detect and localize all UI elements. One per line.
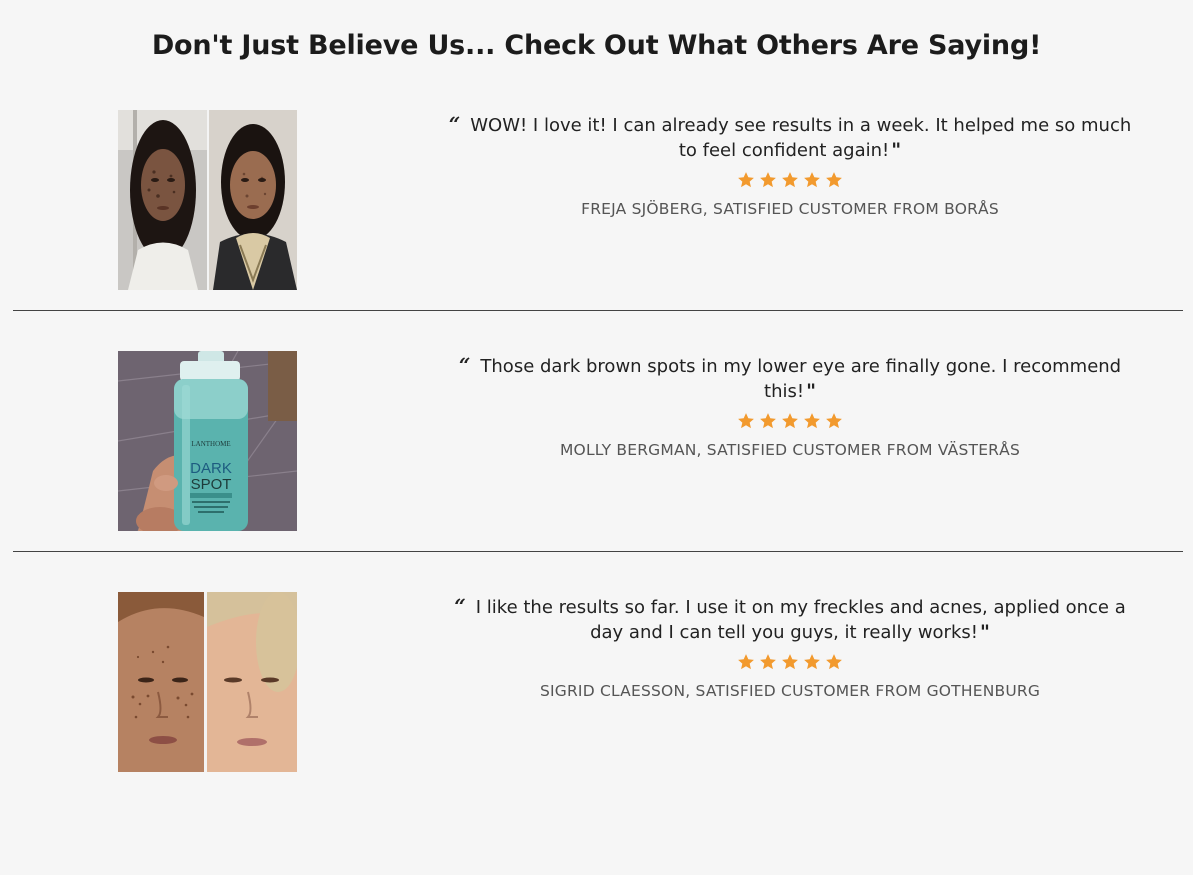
star-icon bbox=[826, 413, 842, 429]
review-quote-text: Those dark brown spots in my lower eye a… bbox=[480, 356, 1122, 402]
star-icon bbox=[782, 413, 798, 429]
star-icon bbox=[826, 172, 842, 188]
review-author: MOLLY BERGMAN, SATISFIED CUSTOMER FROM V… bbox=[559, 441, 1020, 459]
review-text: “ I like the results so far. I use it on … bbox=[440, 594, 1140, 700]
review-photo bbox=[118, 592, 297, 772]
star-rating bbox=[440, 412, 1140, 434]
product-brand-label: LANTHOME bbox=[191, 440, 230, 448]
review-text: “ Those dark brown spots in my lower eye … bbox=[440, 353, 1140, 459]
divider bbox=[13, 310, 1183, 311]
star-icon bbox=[782, 172, 798, 188]
close-quote-icon: " bbox=[806, 380, 816, 402]
close-quote-icon: " bbox=[891, 139, 902, 161]
review-quote: “ WOW! I love it! I can already see resul… bbox=[440, 112, 1140, 163]
divider bbox=[13, 551, 1183, 552]
star-icon bbox=[804, 654, 820, 670]
star-icon bbox=[804, 172, 820, 188]
star-icon bbox=[738, 413, 754, 429]
star-icon bbox=[738, 172, 754, 188]
star-rating bbox=[440, 171, 1140, 193]
star-rating bbox=[440, 653, 1140, 675]
star-icon bbox=[826, 654, 842, 670]
review-photo bbox=[118, 110, 297, 290]
star-icon bbox=[760, 413, 776, 429]
review-text: “ WOW! I love it! I can already see resul… bbox=[440, 112, 1140, 218]
section-heading: Don't Just Believe Us... Check Out What … bbox=[151, 30, 1042, 61]
product-name-line2: SPOT bbox=[191, 476, 232, 493]
review-quote-text: WOW! I love it! I can already see result… bbox=[470, 115, 1132, 161]
review-author: SIGRID CLAESSON, SATISFIED CUSTOMER FROM… bbox=[539, 682, 1041, 700]
star-icon bbox=[738, 654, 754, 670]
review-author: FREJA SJÖBERG, SATISFIED CUSTOMER FROM B… bbox=[581, 200, 999, 218]
review-quote: “ I like the results so far. I use it on … bbox=[440, 594, 1140, 645]
product-name-line1: DARK bbox=[190, 460, 232, 477]
review-quote-text: I like the results so far. I use it on m… bbox=[475, 597, 1126, 643]
open-quote-icon: “ bbox=[448, 112, 461, 136]
star-icon bbox=[760, 654, 776, 670]
star-icon bbox=[782, 654, 798, 670]
open-quote-icon: “ bbox=[454, 594, 466, 618]
review-photo: LANTHOME DARK SPOT bbox=[118, 351, 297, 531]
open-quote-icon: “ bbox=[458, 353, 471, 377]
review-quote: “ Those dark brown spots in my lower eye … bbox=[440, 353, 1140, 404]
star-icon bbox=[760, 172, 776, 188]
star-icon bbox=[804, 413, 820, 429]
close-quote-icon: " bbox=[979, 621, 990, 643]
